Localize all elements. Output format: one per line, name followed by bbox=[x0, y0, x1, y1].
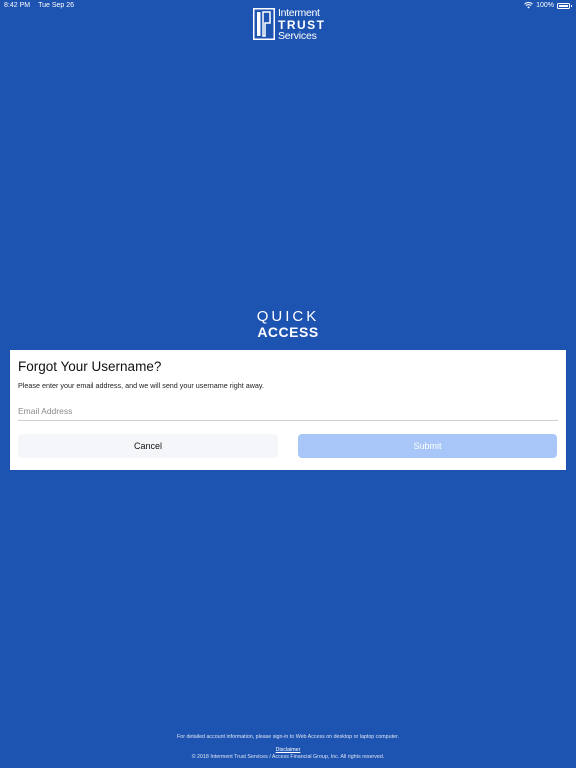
status-date: Tue Sep 26 bbox=[38, 2, 75, 9]
footer-info: For detailed account information, please… bbox=[177, 734, 399, 740]
forgot-username-dialog: Forgot Your Username? Please enter your … bbox=[10, 350, 566, 470]
battery-icon bbox=[557, 2, 572, 9]
submit-button[interactable]: Submit bbox=[298, 434, 557, 458]
brand-line2: ACCESS bbox=[257, 324, 319, 340]
quick-access-brand: QUICK ACCESS bbox=[0, 309, 576, 339]
logo-text-line3: Services bbox=[278, 30, 317, 42]
disclaimer-link[interactable]: Disclaimer bbox=[276, 747, 301, 753]
email-input[interactable] bbox=[18, 402, 558, 421]
logo-mark-icon bbox=[253, 8, 275, 40]
dialog-description: Please enter your email address, and we … bbox=[18, 381, 264, 390]
footer-copyright: © 2018 Interment Trust Services / Access… bbox=[191, 754, 385, 761]
wifi-icon bbox=[524, 2, 533, 9]
status-right: 100% bbox=[524, 2, 572, 9]
cancel-button[interactable]: Cancel bbox=[18, 434, 278, 458]
status-left: 8:42 PM Tue Sep 26 bbox=[4, 2, 74, 9]
dialog-title: Forgot Your Username? bbox=[18, 359, 162, 374]
status-time: 8:42 PM bbox=[4, 2, 31, 9]
company-logo: Interment TRUST Services bbox=[253, 8, 326, 42]
brand-line1: QUICK bbox=[256, 308, 320, 325]
footer: For detailed account information, please… bbox=[0, 734, 576, 761]
battery-percent: 100% bbox=[536, 2, 554, 9]
logo-text: Interment TRUST Services bbox=[278, 8, 326, 42]
